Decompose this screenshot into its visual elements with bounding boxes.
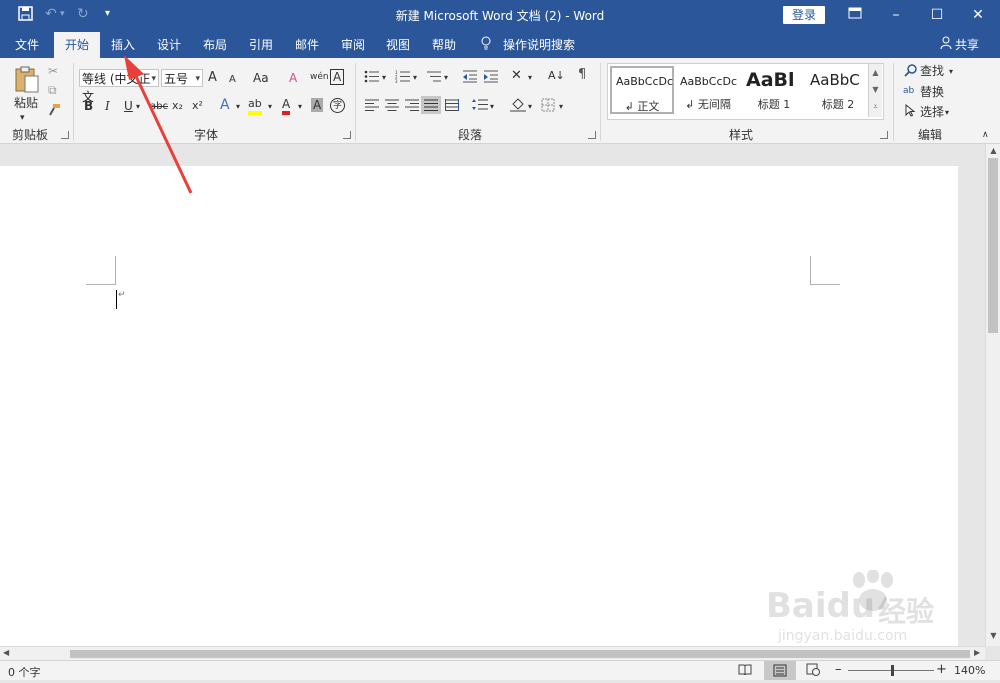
word-count[interactable]: 0 个字 <box>8 664 41 680</box>
vertical-scroll-thumb[interactable] <box>988 158 998 333</box>
scroll-up-icon[interactable]: ▲ <box>986 146 1000 155</box>
zoom-level[interactable]: 140% <box>954 664 985 677</box>
horizontal-scrollbar[interactable]: ◀ ▶ <box>0 646 985 661</box>
zoom-out-icon[interactable]: – <box>835 662 842 677</box>
scroll-down-icon[interactable]: ▼ <box>986 631 1000 640</box>
annotation-arrow <box>124 55 193 194</box>
zoom-in-icon[interactable]: + <box>936 662 947 677</box>
scroll-right-icon[interactable]: ▶ <box>974 648 980 657</box>
print-layout-icon[interactable] <box>764 661 796 680</box>
scroll-left-icon[interactable]: ◀ <box>3 648 9 657</box>
web-layout-icon[interactable] <box>806 663 820 679</box>
status-bar: 0 个字 – + 140% <box>0 660 1000 680</box>
zoom-slider-thumb[interactable] <box>891 665 894 676</box>
vertical-scrollbar[interactable]: ▲ ▼ <box>985 144 1000 646</box>
read-mode-icon[interactable] <box>738 663 752 678</box>
horizontal-scroll-thumb[interactable] <box>70 650 970 658</box>
